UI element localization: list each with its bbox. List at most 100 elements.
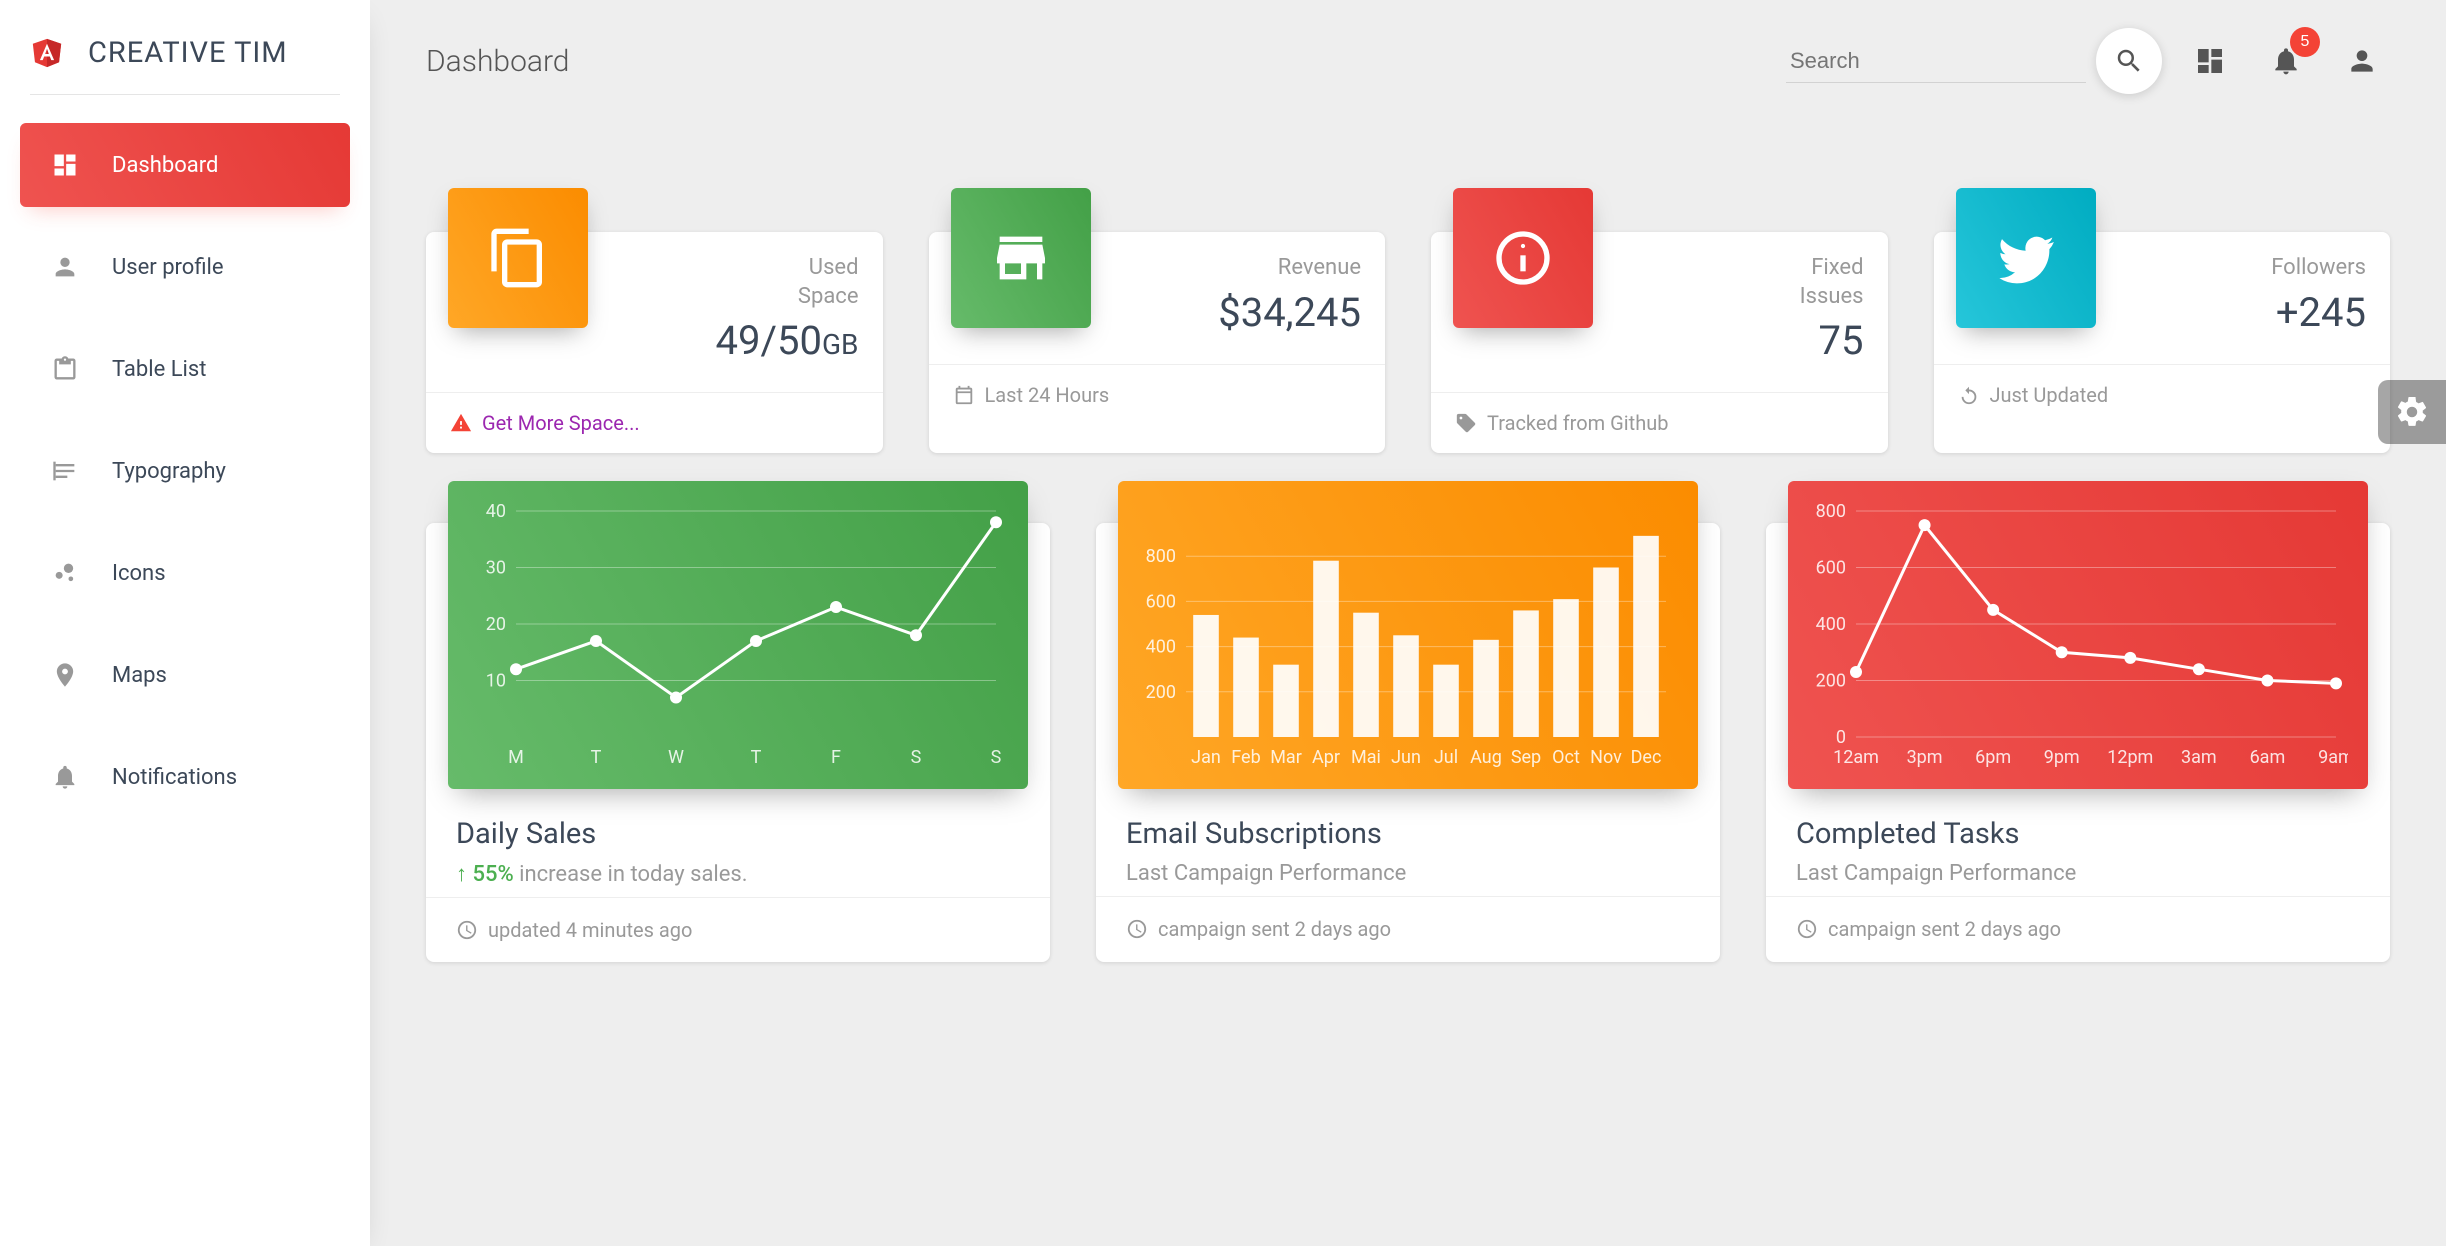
- sidebar-item-user-profile[interactable]: User profile: [20, 225, 350, 309]
- pin-icon: [48, 658, 82, 692]
- settings-plugin[interactable]: [2378, 380, 2446, 444]
- svg-text:400: 400: [1816, 614, 1846, 635]
- chart-subtitle-text: Last Campaign Performance: [1796, 861, 2076, 886]
- stat-footer-text: Just Updated: [1990, 383, 2109, 407]
- chart-card: 10203040MTWTFSSDaily Sales↑ 55% increase…: [426, 523, 1050, 962]
- warning-icon: [450, 412, 472, 434]
- clock-icon: [1796, 918, 1818, 940]
- sidebar-item-label: Maps: [112, 663, 167, 688]
- svg-text:Apr: Apr: [1312, 747, 1340, 768]
- header: Dashboard 5: [370, 0, 2446, 114]
- person-icon: [48, 250, 82, 284]
- main: Dashboard 5: [370, 0, 2446, 1246]
- bell-icon: [48, 760, 82, 794]
- sidebar-item-label: Table List: [112, 357, 206, 382]
- chart-svg: 020040060080012am3pm6pm9pm12pm3am6am9am: [1808, 501, 2348, 773]
- chart-title: Completed Tasks: [1796, 817, 2360, 851]
- chart-surface: 200400600800JanFebMarAprMaiJunJulAugSepO…: [1118, 481, 1698, 789]
- sidebar-nav: Dashboard User profile Table List Typograph…: [0, 123, 370, 819]
- svg-text:Nov: Nov: [1590, 747, 1622, 768]
- clock-icon: [1126, 918, 1148, 940]
- svg-text:6am: 6am: [2250, 747, 2286, 768]
- chart-body: Email SubscriptionsLast Campaign Perform…: [1096, 789, 1720, 896]
- sidebar-item-table-list[interactable]: Table List: [20, 327, 350, 411]
- svg-text:Jun: Jun: [1391, 747, 1421, 768]
- svg-text:9am: 9am: [2318, 747, 2348, 768]
- sidebar-item-dashboard[interactable]: Dashboard: [20, 123, 350, 207]
- chart-footer: campaign sent 2 days ago: [1096, 896, 1720, 961]
- account-button[interactable]: [2334, 33, 2390, 89]
- sidebar-item-maps[interactable]: Maps: [20, 633, 350, 717]
- svg-text:200: 200: [1816, 671, 1846, 692]
- gear-icon: [2394, 394, 2430, 430]
- stat-footer[interactable]: Get More Space...: [426, 393, 883, 453]
- sidebar-item-typography[interactable]: Typography: [20, 429, 350, 513]
- svg-text:10: 10: [486, 671, 506, 692]
- chart-card: 020040060080012am3pm6pm9pm12pm3am6am9amC…: [1766, 523, 2390, 962]
- stat-footer-text: Get More Space...: [482, 411, 640, 435]
- stat-footer: Tracked from Github: [1431, 393, 1888, 453]
- chart-body: Completed Tasks Last Campaign Performance: [1766, 789, 2390, 896]
- search-button[interactable]: [2096, 28, 2162, 94]
- chart-subtitle-text: increase in today sales.: [514, 862, 748, 887]
- sidebar-item-label: User profile: [112, 255, 224, 280]
- svg-text:M: M: [508, 747, 524, 768]
- svg-text:600: 600: [1816, 558, 1846, 579]
- svg-text:S: S: [991, 747, 1002, 768]
- notifications-button[interactable]: 5: [2258, 33, 2314, 89]
- arrow-up-icon: ↑ 55%: [456, 862, 514, 887]
- update-icon: [1958, 384, 1980, 406]
- stat-footer-text: Last 24 Hours: [985, 383, 1110, 407]
- sidebar-item-label: Dashboard: [112, 153, 218, 178]
- chart-subtitle: ↑ 55% increase in today sales.: [456, 861, 1020, 887]
- chart-subtitle: Last Campaign Performance: [1796, 861, 2360, 886]
- svg-text:30: 30: [486, 558, 506, 579]
- clock-icon: [456, 919, 478, 941]
- copy-icon: [448, 188, 588, 328]
- chart-body: Daily Sales ↑ 55% increase in today sales…: [426, 789, 1050, 897]
- sidebar-item-icons[interactable]: Icons: [20, 531, 350, 615]
- twitter-icon: [1956, 188, 2096, 328]
- svg-text:W: W: [668, 747, 684, 768]
- svg-text:0: 0: [1836, 727, 1846, 748]
- svg-text:12am: 12am: [1833, 747, 1879, 768]
- svg-text:Mar: Mar: [1270, 747, 1302, 768]
- chart-title: Daily Sales: [456, 817, 1020, 851]
- chart-card: 200400600800JanFebMarAprMaiJunJulAugSepO…: [1096, 523, 1720, 962]
- chart-surface: 020040060080012am3pm6pm9pm12pm3am6am9am: [1788, 481, 2368, 789]
- svg-text:800: 800: [1146, 546, 1176, 567]
- library-icon: [48, 454, 82, 488]
- svg-text:Dec: Dec: [1631, 747, 1662, 768]
- chart-surface: 10203040MTWTFSS: [448, 481, 1028, 789]
- divider: [30, 94, 340, 95]
- svg-text:12pm: 12pm: [2107, 747, 2153, 768]
- sidebar-item-label: Typography: [112, 459, 226, 484]
- chart-subtitle-text: Last Campaign Performance: [1126, 861, 1406, 886]
- brand[interactable]: CREATIVE TIM: [0, 0, 370, 94]
- chart-footer: campaign sent 2 days ago: [1766, 896, 2390, 961]
- sidebar-item-notifications[interactable]: Notifications: [20, 735, 350, 819]
- svg-text:3am: 3am: [2181, 747, 2217, 768]
- svg-text:200: 200: [1146, 682, 1176, 703]
- chart-svg: 10203040MTWTFSS: [468, 501, 1008, 773]
- stat-row: UsedSpace49/50GBGet More Space...Revenue…: [426, 232, 2390, 453]
- sidebar-item-label: Notifications: [112, 765, 237, 790]
- svg-text:20: 20: [486, 614, 506, 635]
- stat-card: UsedSpace49/50GBGet More Space...: [426, 232, 883, 453]
- stat-footer: Just Updated: [1934, 365, 2391, 425]
- stat-card: FixedIssues75Tracked from Github: [1431, 232, 1888, 453]
- stat-footer-text: Tracked from Github: [1487, 411, 1668, 435]
- clipboard-icon: [48, 352, 82, 386]
- dashboard-shortcut-button[interactable]: [2182, 33, 2238, 89]
- chart-row: 10203040MTWTFSSDaily Sales↑ 55% increase…: [426, 523, 2390, 962]
- chart-subtitle: Last Campaign Performance: [1126, 861, 1690, 886]
- stat-footer: Last 24 Hours: [929, 365, 1386, 425]
- calendar-icon: [953, 384, 975, 406]
- search-icon: [2114, 46, 2144, 76]
- chart-svg: 200400600800JanFebMarAprMaiJunJulAugSepO…: [1138, 501, 1678, 773]
- svg-text:Jan: Jan: [1191, 747, 1221, 768]
- search-input[interactable]: [1786, 40, 2086, 83]
- svg-text:3pm: 3pm: [1907, 747, 1943, 768]
- svg-text:6pm: 6pm: [1975, 747, 2011, 768]
- notifications-badge: 5: [2290, 27, 2320, 57]
